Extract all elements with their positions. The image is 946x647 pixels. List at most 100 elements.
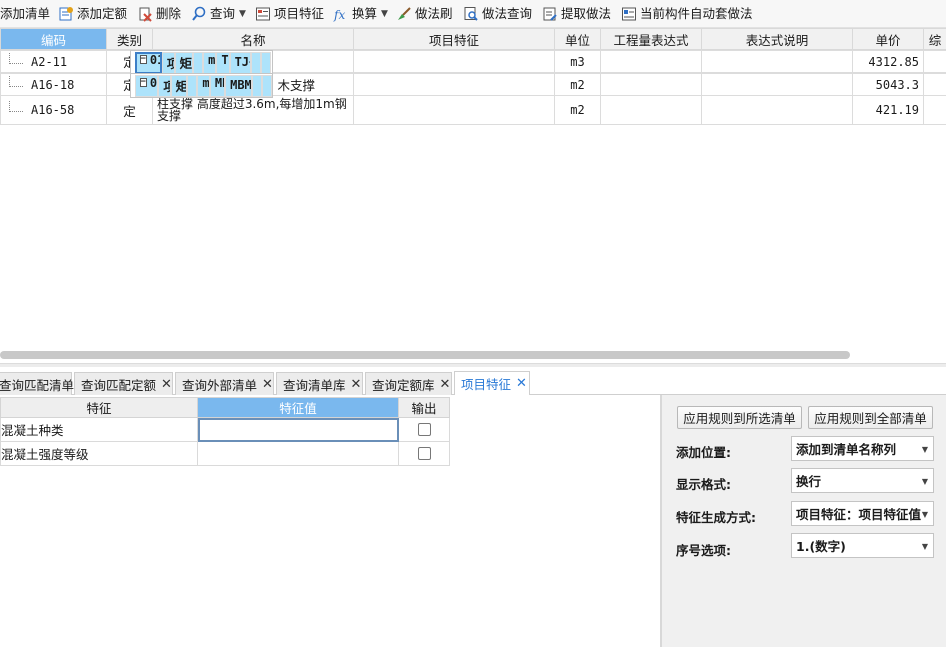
expr-cell[interactable] xyxy=(600,50,702,73)
tab-query-match-quota[interactable]: 查询匹配定额 ✕ xyxy=(74,372,173,395)
apply-selected-button[interactable]: 应用规则到所选清单 xyxy=(677,406,802,429)
pane-splitter[interactable] xyxy=(0,363,946,367)
display-format-select[interactable]: 换行 ▼ xyxy=(791,468,934,493)
delete-button[interactable]: 删除 xyxy=(137,4,181,24)
list-grid: 编码 类别 名称 项目特征 单位 工程量表达式 表达式说明 单价 综 −0105… xyxy=(0,28,946,125)
feature-cell[interactable] xyxy=(193,51,204,74)
type-cell[interactable]: 项 xyxy=(161,51,175,74)
expr-desc-cell[interactable]: TJ<体积> xyxy=(229,51,252,74)
item-feature-button[interactable]: 项目特征 xyxy=(255,4,324,24)
name-cell[interactable]: 矩形柱 xyxy=(170,74,188,97)
col-header-output[interactable]: 输出 xyxy=(398,397,450,418)
price-cell[interactable]: 5043.3 xyxy=(852,73,924,96)
table-row[interactable]: A16-58 定 柱支撑 高度超过3.6m,每增加1m钢支撑 m2 421.19 xyxy=(0,95,946,125)
code-cell[interactable]: −010502001 xyxy=(134,51,162,74)
col-header-unit[interactable]: 单位 xyxy=(554,28,601,50)
close-icon[interactable]: ✕ xyxy=(440,377,451,392)
col-header-feature-value[interactable]: 特征值 xyxy=(197,397,399,418)
auto-method-button[interactable]: 当前构件自动套做法 xyxy=(621,4,753,24)
unit-cell[interactable]: m2 xyxy=(554,73,601,96)
tab-query-match-list[interactable]: 查询匹配清单 ✕ xyxy=(0,372,90,395)
expr-cell[interactable] xyxy=(600,73,702,96)
expr-cell[interactable] xyxy=(600,95,702,125)
apply-all-button[interactable]: 应用规则到全部清单 xyxy=(808,406,933,429)
type-cell[interactable]: 定 xyxy=(106,95,153,125)
feature-value-cell[interactable] xyxy=(197,441,399,466)
horizontal-scrollbar[interactable] xyxy=(0,351,850,359)
output-checkbox[interactable] xyxy=(417,423,431,436)
code-cell[interactable]: A16-18 xyxy=(0,73,107,96)
tab-label: 查询定额库 xyxy=(372,377,435,393)
collapse-icon[interactable]: − xyxy=(139,78,147,87)
feature-value-cell[interactable] xyxy=(197,417,399,442)
comprehensive-cell[interactable] xyxy=(923,95,946,125)
collapse-icon[interactable]: − xyxy=(139,55,147,64)
expr-cell[interactable]: TJ xyxy=(216,51,230,74)
output-checkbox[interactable] xyxy=(417,447,431,460)
comprehensive-cell[interactable] xyxy=(261,51,272,74)
expr-cell[interactable]: MBMJ xyxy=(209,74,226,97)
brush-icon xyxy=(398,7,411,20)
unit-cell[interactable]: m3 xyxy=(554,50,601,73)
comprehensive-cell[interactable] xyxy=(923,50,946,73)
price-cell[interactable]: 421.19 xyxy=(852,95,924,125)
close-icon[interactable]: ✕ xyxy=(262,377,273,392)
feature-cell[interactable] xyxy=(187,74,198,97)
close-icon[interactable]: ✕ xyxy=(351,377,362,392)
expr-desc-cell[interactable] xyxy=(701,73,853,96)
method-query-button[interactable]: 做法查询 xyxy=(463,4,532,24)
table-row[interactable]: −010502001 项 矩形柱 m3 TJ TJ<体积> xyxy=(129,50,273,75)
close-icon[interactable]: ✕ xyxy=(161,377,172,392)
col-header-type[interactable]: 类别 xyxy=(106,28,153,50)
col-header-name[interactable]: 名称 xyxy=(152,28,354,50)
add-quota-button[interactable]: 添加定额 xyxy=(58,4,127,24)
expr-desc-cell[interactable] xyxy=(701,95,853,125)
auto-method-icon xyxy=(622,7,636,21)
add-position-value: 添加到清单名称列 xyxy=(796,442,897,457)
feature-cell[interactable] xyxy=(353,73,555,96)
expr-desc-cell[interactable]: MBMJ<模板面积> xyxy=(225,74,252,97)
gen-method-select[interactable]: 项目特征：项目特征值 ▼ xyxy=(791,501,934,526)
tree-connector xyxy=(9,101,23,112)
tab-query-quota-library[interactable]: 查询定额库 ✕ xyxy=(365,372,452,395)
table-row[interactable]: −011702002 项 矩形柱 m2 MBMJ MBMJ<模板面积> xyxy=(129,73,273,98)
col-header-feature[interactable]: 项目特征 xyxy=(353,28,555,50)
comprehensive-cell[interactable] xyxy=(923,73,946,96)
feature-row[interactable]: 混凝土种类 xyxy=(0,417,450,442)
code-cell[interactable]: A16-58 xyxy=(0,95,107,125)
price-cell[interactable] xyxy=(251,74,262,97)
code-cell[interactable]: A2-11 xyxy=(0,50,107,73)
col-header-comprehensive[interactable]: 综 xyxy=(923,28,946,50)
fx-icon: fx xyxy=(333,8,345,22)
add-position-select[interactable]: 添加到清单名称列 ▼ xyxy=(791,436,934,461)
unit-cell[interactable]: m2 xyxy=(197,74,210,97)
seq-option-select[interactable]: 1.(数字) ▼ xyxy=(791,533,934,558)
col-header-code[interactable]: 编码 xyxy=(0,28,107,50)
type-cell[interactable]: 项 xyxy=(158,74,171,97)
price-cell[interactable] xyxy=(251,51,262,74)
col-header-feature[interactable]: 特征 xyxy=(0,397,198,418)
feature-cell[interactable] xyxy=(353,95,555,125)
tab-query-list-library[interactable]: 查询清单库 ✕ xyxy=(276,372,363,395)
convert-button[interactable]: fx 换算 ▼ xyxy=(333,4,388,24)
tab-item-feature[interactable]: 项目特征 ✕ xyxy=(454,371,530,395)
comprehensive-cell[interactable] xyxy=(261,74,272,97)
extract-method-button[interactable]: 提取做法 xyxy=(542,4,611,24)
col-header-price[interactable]: 单价 xyxy=(852,28,924,50)
name-cell[interactable]: 矩形柱 xyxy=(174,51,194,74)
code-cell[interactable]: −011702002 xyxy=(134,74,159,97)
add-list-button[interactable]: 添加清单 xyxy=(0,4,50,24)
feature-row[interactable]: 混凝土强度等级 xyxy=(0,441,450,466)
col-header-expr[interactable]: 工程量表达式 xyxy=(600,28,702,50)
col-header-expr-desc[interactable]: 表达式说明 xyxy=(701,28,853,50)
tab-query-external-list[interactable]: 查询外部清单 ✕ xyxy=(175,372,274,395)
close-icon[interactable]: ✕ xyxy=(516,376,527,391)
expr-desc-cell[interactable] xyxy=(701,50,853,73)
unit-cell[interactable]: m2 xyxy=(554,95,601,125)
unit-cell[interactable]: m3 xyxy=(203,51,217,74)
query-button[interactable]: 查询 ▼ xyxy=(191,4,246,24)
price-cell[interactable]: 4312.85 xyxy=(852,50,924,73)
feature-cell[interactable] xyxy=(353,50,555,73)
name-cell[interactable]: 柱支撑 高度超过3.6m,每增加1m钢支撑 xyxy=(152,95,354,125)
method-brush-button[interactable]: 做法刷 xyxy=(396,4,453,24)
